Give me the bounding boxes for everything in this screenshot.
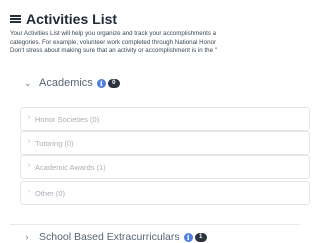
description-line: Don't stress about making sure that an a…	[10, 47, 217, 55]
list-item[interactable]: › Tutoring (0)	[20, 131, 310, 155]
count-badge: 1	[194, 232, 207, 242]
page-description: Your Activities List will help you organ…	[10, 30, 310, 56]
page-header: Activities List	[10, 10, 117, 28]
list-icon	[10, 14, 21, 24]
count-badge: 0	[107, 78, 120, 88]
description-line: Your Activities List will help you organ…	[10, 30, 217, 37]
section-academics-toggle[interactable]: ⌄ Academics i 0	[24, 77, 120, 89]
section-school-extracurriculars-toggle[interactable]: › School Based Extracurriculars i 1	[24, 231, 207, 243]
list-item-label: Other (0)	[35, 189, 66, 198]
list-item[interactable]: › Academic Awards (1)	[20, 155, 310, 179]
list-item-label: Honor Societies (0)	[35, 115, 100, 124]
chevron-down-icon: ⌄	[24, 77, 32, 88]
page-title: Activities List	[26, 11, 118, 27]
info-icon[interactable]: i	[96, 78, 106, 88]
section-label: School Based Extracurriculars	[39, 231, 180, 243]
list-item-label: Tutoring (0)	[35, 139, 74, 148]
list-item[interactable]: › Honor Societies (0)	[20, 107, 310, 131]
chevron-right-icon: ›	[28, 188, 31, 195]
info-icon[interactable]: i	[183, 232, 193, 242]
chevron-right-icon: ›	[25, 232, 29, 242]
section-divider	[10, 224, 300, 225]
chevron-right-icon: ›	[28, 114, 31, 121]
chevron-right-icon: ›	[28, 162, 31, 169]
description-line: categories. For example, volunteer work …	[10, 38, 217, 46]
section-label: Academics	[39, 77, 93, 89]
list-item[interactable]: › Other (0)	[20, 181, 310, 205]
chevron-right-icon: ›	[28, 138, 31, 145]
list-item-label: Academic Awards (1)	[35, 163, 106, 172]
activities-list-card: Activities List Your Activities List wil…	[2, 0, 310, 243]
